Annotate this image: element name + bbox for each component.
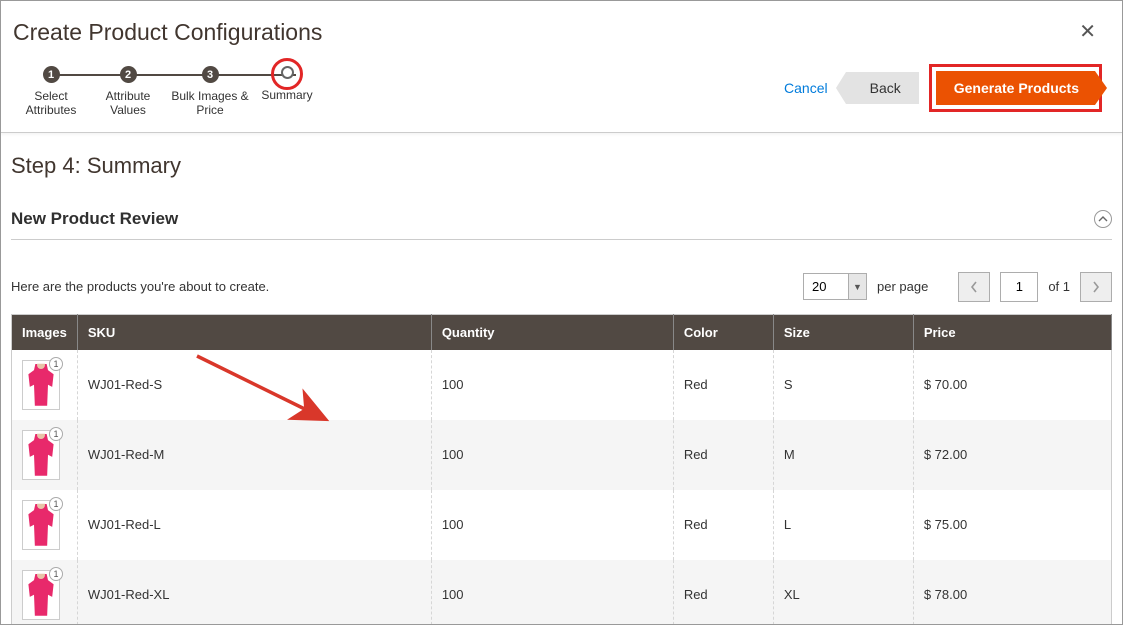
product-thumbnail[interactable]: 1	[22, 500, 60, 550]
product-thumbnail[interactable]: 1	[22, 570, 60, 620]
cell-qty: 100	[431, 350, 673, 420]
back-button[interactable]: Back	[846, 72, 919, 104]
table-row: 1 WJ01-Red-XL100RedXL$ 78.00	[12, 560, 1112, 625]
generate-highlight: Generate Products	[929, 64, 1102, 112]
chevron-down-icon[interactable]: ▼	[848, 274, 866, 299]
cell-size: L	[773, 490, 913, 560]
cell-color: Red	[673, 560, 773, 625]
cell-color: Red	[673, 350, 773, 420]
image-count-badge: 1	[49, 427, 63, 441]
jacket-image-icon	[27, 434, 55, 476]
cell-color: Red	[673, 490, 773, 560]
section-title: New Product Review	[11, 209, 178, 229]
page-size-select[interactable]: ▼	[803, 273, 867, 300]
cell-qty: 100	[431, 420, 673, 490]
cell-size: M	[773, 420, 913, 490]
cell-price: $ 75.00	[913, 490, 1111, 560]
product-review-table: Images SKU Quantity Color Size Price 1 WJ…	[11, 314, 1112, 625]
step-heading: Step 4: Summary	[11, 153, 1112, 179]
table-row: 1 WJ01-Red-L100RedL$ 75.00	[12, 490, 1112, 560]
cell-price: $ 72.00	[913, 420, 1111, 490]
cell-sku: WJ01-Red-S	[77, 350, 431, 420]
cancel-link[interactable]: Cancel	[784, 80, 828, 96]
next-page-button[interactable]	[1080, 272, 1112, 302]
cell-size: S	[773, 350, 913, 420]
page-size-input[interactable]	[804, 274, 848, 299]
cell-price: $ 78.00	[913, 560, 1111, 625]
image-count-badge: 1	[49, 357, 63, 371]
wizard-steps: 1 SelectAttributes 2 AttributeValues 3 B…	[13, 64, 321, 118]
col-quantity: Quantity	[431, 314, 673, 350]
prev-page-button[interactable]	[958, 272, 990, 302]
page-number-input[interactable]	[1000, 272, 1038, 302]
jacket-image-icon	[27, 364, 55, 406]
generate-products-button[interactable]: Generate Products	[936, 71, 1095, 105]
cell-qty: 100	[431, 490, 673, 560]
col-color: Color	[673, 314, 773, 350]
col-images: Images	[12, 314, 78, 350]
close-icon[interactable]: ✕	[1073, 19, 1102, 44]
modal-title: Create Product Configurations	[13, 19, 322, 46]
cell-qty: 100	[431, 560, 673, 625]
col-sku: SKU	[77, 314, 431, 350]
col-size: Size	[773, 314, 913, 350]
product-thumbnail[interactable]: 1	[22, 360, 60, 410]
cell-sku: WJ01-Red-M	[77, 420, 431, 490]
col-price: Price	[913, 314, 1111, 350]
table-row: 1 WJ01-Red-M100RedM$ 72.00	[12, 420, 1112, 490]
cell-size: XL	[773, 560, 913, 625]
image-count-badge: 1	[49, 567, 63, 581]
product-thumbnail[interactable]: 1	[22, 430, 60, 480]
step-summary[interactable]: Summary	[253, 66, 321, 118]
cell-price: $ 70.00	[913, 350, 1111, 420]
cell-sku: WJ01-Red-L	[77, 490, 431, 560]
cell-sku: WJ01-Red-XL	[77, 560, 431, 625]
about-to-create-text: Here are the products you're about to cr…	[11, 279, 269, 294]
image-count-badge: 1	[49, 497, 63, 511]
jacket-image-icon	[27, 504, 55, 546]
table-row: 1 WJ01-Red-S100RedS$ 70.00	[12, 350, 1112, 420]
per-page-label: per page	[877, 279, 928, 294]
page-of-label: of 1	[1048, 279, 1070, 294]
cell-color: Red	[673, 420, 773, 490]
collapse-icon[interactable]	[1094, 210, 1112, 228]
jacket-image-icon	[27, 574, 55, 616]
